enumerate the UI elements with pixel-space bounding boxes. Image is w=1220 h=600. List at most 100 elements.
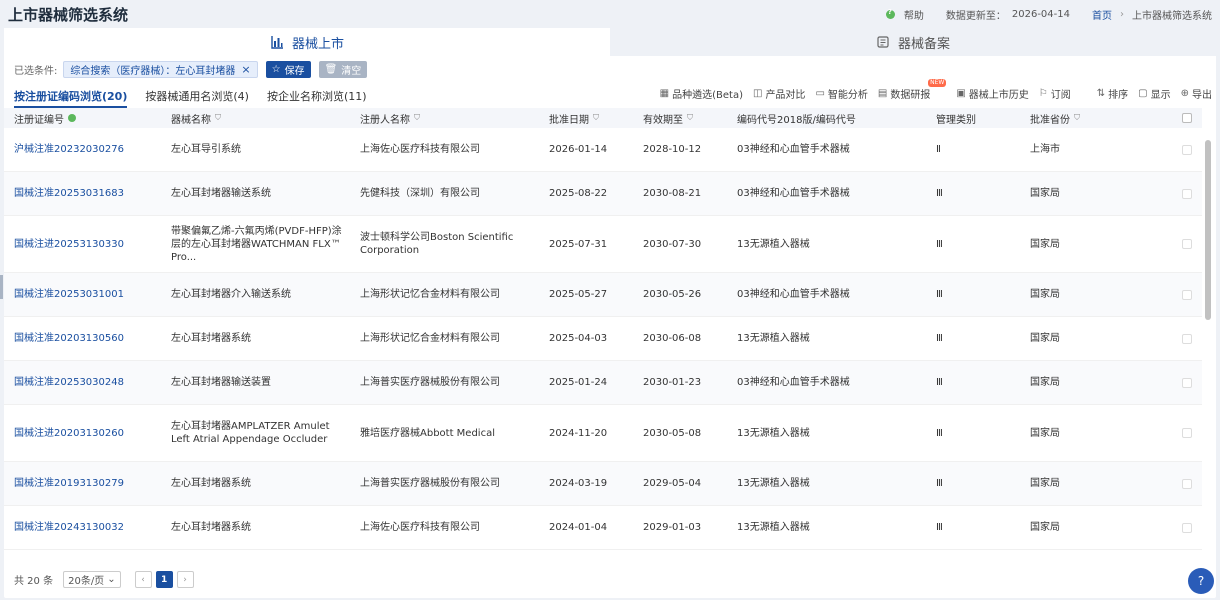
header-class[interactable]: 管理类别 xyxy=(926,111,1020,126)
table-row[interactable]: 国械注准20193130279 左心耳封堵器系统 上海普实医疗器械股份有限公司 202… xyxy=(4,462,1202,506)
select-all-checkbox[interactable] xyxy=(1172,113,1202,123)
cell-reg[interactable]: 国械注进20253130330 xyxy=(4,238,161,251)
row-checkbox[interactable] xyxy=(1172,478,1202,489)
filter-icon[interactable]: ⛉ xyxy=(593,113,599,123)
row-checkbox[interactable] xyxy=(1172,144,1202,155)
row-checkbox[interactable] xyxy=(1172,522,1202,533)
checkbox-icon[interactable] xyxy=(1182,144,1192,155)
tab-by-registration[interactable]: 按注册证编码浏览(20) xyxy=(14,86,128,108)
filter-icon[interactable]: ⛉ xyxy=(414,113,420,123)
bookmark-icon: ⚐ xyxy=(1038,88,1048,99)
star-icon: ☆ xyxy=(271,63,281,75)
checkbox-icon[interactable] xyxy=(1182,478,1192,489)
page-number-button[interactable]: 1 xyxy=(155,571,173,588)
cell-name: 左心耳封堵器AMPLATZER Amulet Left Atrial Appen… xyxy=(171,421,330,445)
cell-province: 国家局 xyxy=(1030,377,1060,388)
scrollbar-thumb[interactable] xyxy=(1205,140,1211,320)
smart-analysis-label: 智能分析 xyxy=(827,90,868,101)
checkbox-icon[interactable] xyxy=(1182,522,1192,533)
tab-by-company[interactable]: 按企业名称浏览(11) xyxy=(267,86,367,108)
smart-analysis-button[interactable]: ▭ 智能分析 xyxy=(815,86,867,101)
checkbox-icon[interactable] xyxy=(1182,333,1192,344)
table-row[interactable]: 国械注准20253031001 左心耳封堵器介入输送系统 上海形状记忆合金材料有限公… xyxy=(4,273,1202,317)
header-registrant[interactable]: 注册人名称 ⛉ xyxy=(350,111,539,126)
breadcrumb-home[interactable]: 首页 xyxy=(1092,7,1112,22)
cell-reg[interactable]: 国械注准20253031683 xyxy=(4,187,161,200)
subscribe-button[interactable]: ⚐ 订阅 xyxy=(1039,86,1071,101)
filter-chip[interactable]: 综合搜索（医疗器械）：左心耳封堵器 × xyxy=(63,60,258,78)
tab-device-filing[interactable]: 器械备案 xyxy=(610,28,1216,56)
breadcrumb-separator-icon: › xyxy=(1120,8,1124,20)
research-report-button[interactable]: ▤ 数据研报 NEW xyxy=(877,79,947,101)
table-row[interactable]: 国械注准20253031683 左心耳封堵器输送系统 先健科技（深圳）有限公司 202… xyxy=(4,172,1202,216)
cell-reg[interactable]: 国械注准20253031001 xyxy=(4,288,161,301)
cell-province: 国家局 xyxy=(1030,333,1060,344)
header-code[interactable]: 编码代号2018版/编码代号 xyxy=(727,111,926,126)
table-row[interactable]: 国械注进20203130260 左心耳封堵器AMPLATZER Amulet Le… xyxy=(4,405,1202,462)
variety-selection-button[interactable]: ▦ 品种遴选(Beta) xyxy=(660,86,743,101)
checkbox-icon[interactable] xyxy=(1182,188,1192,199)
top-right-bar: 帮助 数据更新至： 2026-04-14 首页 › 上市器械筛选系统 xyxy=(885,7,1212,22)
filter-icon[interactable]: ⛉ xyxy=(687,113,693,123)
header-approval-date[interactable]: 批准日期 ⛉ xyxy=(539,111,633,126)
header-registration-no[interactable]: 注册证编号 xyxy=(4,111,161,126)
export-label: 导出 xyxy=(1192,90,1212,101)
row-checkbox[interactable] xyxy=(1172,333,1202,344)
cell-reg[interactable]: 国械注准20253030248 xyxy=(4,376,161,389)
save-button[interactable]: ☆ 保存 xyxy=(265,60,311,78)
prev-page-button[interactable]: ‹ xyxy=(134,571,152,588)
cell-province: 国家局 xyxy=(1030,188,1060,199)
listing-history-button[interactable]: ▣ 器械上市历史 xyxy=(956,86,1028,101)
table-row[interactable]: 国械注进20253130330 带聚偏氟乙烯-六氟丙烯(PVDF-HFP)涂层的左… xyxy=(4,216,1202,273)
clear-button[interactable]: 🗑 清空 xyxy=(318,60,368,78)
title-bar: 上市器械筛选系统 帮助 数据更新至： 2026-04-14 首页 › 上市器械筛… xyxy=(0,0,1220,28)
total-count: 共 20 条 xyxy=(14,576,54,587)
info-icon[interactable] xyxy=(68,114,76,122)
header-registrant-label: 注册人名称 xyxy=(360,114,410,126)
cell-province: 国家局 xyxy=(1030,427,1060,439)
row-checkbox[interactable] xyxy=(1172,239,1202,249)
cell-expire: 2029-05-04 xyxy=(643,478,702,489)
filter-icon[interactable]: ⛉ xyxy=(1074,113,1080,123)
sort-button[interactable]: ⇅ 排序 xyxy=(1097,86,1128,101)
customer-service-button[interactable]: ? xyxy=(1188,568,1214,594)
checkbox-icon[interactable] xyxy=(1182,289,1192,300)
row-checkbox[interactable] xyxy=(1172,428,1202,438)
display-button[interactable]: ▢ 显示 xyxy=(1138,86,1170,101)
row-checkbox[interactable] xyxy=(1172,377,1202,388)
header-expiry-date[interactable]: 有效期至 ⛉ xyxy=(633,111,727,126)
tab-device-listing[interactable]: 器械上市 xyxy=(4,28,610,56)
tab-by-device-name[interactable]: 按器械通用名浏览(4) xyxy=(145,86,249,108)
cell-reg[interactable]: 国械注准20193130279 xyxy=(4,477,161,490)
product-compare-button[interactable]: ◫ 产品对比 xyxy=(753,86,805,101)
header-device-name[interactable]: 器械名称 ⛉ xyxy=(161,111,350,126)
cell-reg[interactable]: 国械注进20203130260 xyxy=(4,427,161,440)
cell-reg[interactable]: 沪械注准20232030276 xyxy=(4,143,161,156)
table-scrollbar[interactable]: ⌄ xyxy=(1204,140,1212,588)
help-icon[interactable] xyxy=(885,8,895,19)
row-checkbox[interactable] xyxy=(1172,289,1202,300)
cell-company: 雅培医疗器械Abbott Medical xyxy=(360,427,495,439)
filter-chip-text: 综合搜索（医疗器械）：左心耳封堵器 xyxy=(70,65,236,77)
help-link[interactable]: 帮助 xyxy=(904,7,924,22)
side-collapse-handle[interactable] xyxy=(0,275,3,299)
table-row[interactable]: 国械注准20253030248 左心耳封堵器输送装置 上海普实医疗器械股份有限公司 2… xyxy=(4,361,1202,405)
cell-reg[interactable]: 国械注准20243130032 xyxy=(4,521,161,534)
table-row[interactable]: 沪械注准20232030276 左心耳导引系统 上海佐心医疗科技有限公司 2026-0… xyxy=(4,128,1202,172)
clear-button-label: 清空 xyxy=(341,65,362,77)
export-button[interactable]: ⊕ 导出 xyxy=(1181,86,1212,101)
cell-reg[interactable]: 国械注准20203130560 xyxy=(4,332,161,345)
table-row[interactable]: 国械注准20243130032 左心耳封堵器系统 上海佐心医疗科技有限公司 2024-… xyxy=(4,506,1202,550)
row-checkbox[interactable] xyxy=(1172,188,1202,199)
close-icon[interactable]: × xyxy=(241,63,250,76)
page-size-select[interactable]: 20条/页 ⌄ xyxy=(63,571,121,588)
checkbox-icon[interactable] xyxy=(1182,428,1192,438)
header-province[interactable]: 批准省份 ⛉ xyxy=(1020,111,1172,126)
checkbox-icon[interactable] xyxy=(1182,377,1192,388)
table-row[interactable]: 国械注准20203130560 左心耳封堵器系统 上海形状记忆合金材料有限公司 202… xyxy=(4,317,1202,361)
next-page-button[interactable]: › xyxy=(176,571,194,588)
filter-icon[interactable]: ⛉ xyxy=(215,113,221,123)
report-icon: ▤ xyxy=(877,88,888,99)
checkbox-icon[interactable] xyxy=(1182,239,1192,249)
checkbox-icon[interactable] xyxy=(1182,113,1192,123)
